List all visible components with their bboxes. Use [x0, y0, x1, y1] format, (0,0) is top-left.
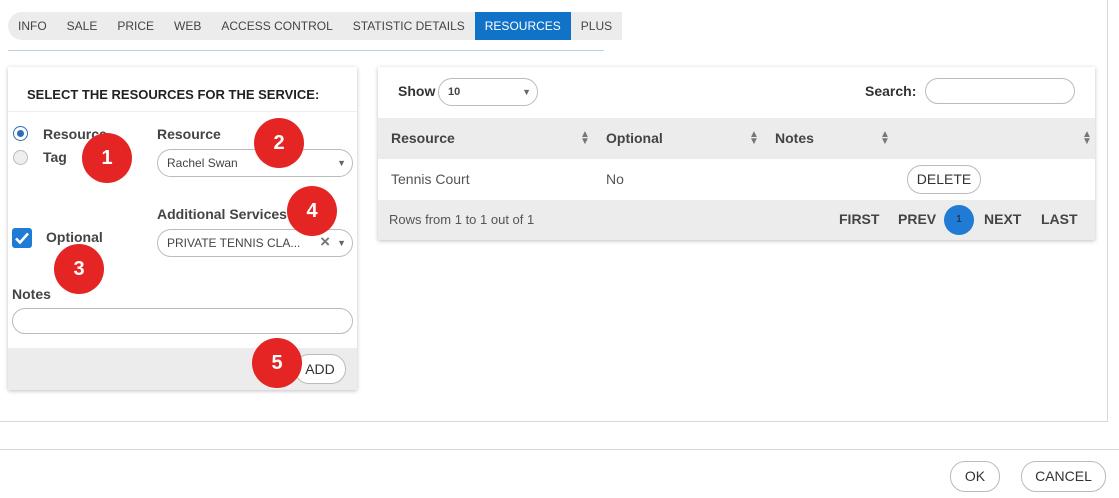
- form-divider: [8, 111, 357, 112]
- ok-button[interactable]: OK: [950, 461, 1000, 492]
- search-input[interactable]: [925, 78, 1075, 104]
- callout-badge-3: 3: [54, 244, 104, 294]
- notes-input[interactable]: [12, 308, 353, 334]
- sort-icon[interactable]: ▲ ▼: [580, 130, 590, 147]
- notes-label: Notes: [12, 286, 51, 302]
- dialog-body: INFO SALE PRICE WEB ACCESS CONTROL STATI…: [0, 0, 1108, 422]
- search-label: Search:: [865, 83, 917, 99]
- callout-badge-5: 5: [252, 338, 302, 388]
- resource-select[interactable]: Rachel Swan ▼: [157, 149, 353, 177]
- page-size-value: 10: [448, 86, 461, 98]
- additional-services-label: Additional Services: [157, 206, 287, 222]
- callout-badge-1: 1: [82, 133, 132, 183]
- tab-underline: [8, 50, 604, 51]
- cell-optional: No: [606, 171, 624, 187]
- sort-icon[interactable]: ▲ ▼: [749, 130, 759, 147]
- cancel-button[interactable]: CANCEL: [1021, 461, 1106, 492]
- callout-badge-2: 2: [254, 118, 304, 168]
- column-header-notes[interactable]: Notes: [775, 130, 814, 146]
- column-header-resource[interactable]: Resource: [391, 130, 455, 146]
- chevron-down-icon: ▼: [337, 158, 346, 168]
- resource-field-label: Resource: [157, 126, 221, 142]
- show-label: Show: [398, 83, 436, 99]
- tab-info[interactable]: INFO: [8, 12, 57, 40]
- form-title: SELECT THE RESOURCES FOR THE SERVICE:: [27, 87, 320, 102]
- chevron-down-icon: ▼: [522, 87, 531, 97]
- callout-badge-4: 4: [287, 186, 337, 236]
- checkmark-icon: [15, 232, 29, 245]
- pager-prev[interactable]: PREV: [898, 211, 936, 227]
- tab-bar: INFO SALE PRICE WEB ACCESS CONTROL STATI…: [8, 12, 623, 40]
- pager-first[interactable]: FIRST: [839, 211, 879, 227]
- sort-icon[interactable]: ▲ ▼: [880, 130, 890, 147]
- delete-button[interactable]: DELETE: [907, 165, 981, 194]
- pager-current-page[interactable]: 1: [944, 205, 974, 235]
- resources-table-panel: Show 10 ▼ Search: Resource ▲ ▼ Optional ▲…: [378, 67, 1095, 240]
- tab-price[interactable]: PRICE: [107, 12, 164, 40]
- tab-statistic-details[interactable]: STATISTIC DETAILS: [343, 12, 475, 40]
- pager-last[interactable]: LAST: [1041, 211, 1078, 227]
- optional-label: Optional: [46, 229, 103, 245]
- table-footer: Rows from 1 to 1 out of 1 FIRST PREV 1 N…: [378, 200, 1095, 240]
- radio-tag-label: Tag: [43, 149, 67, 165]
- table-header: Resource ▲ ▼ Optional ▲ ▼ Notes ▲ ▼ ▲ ▼: [378, 118, 1095, 159]
- cell-resource: Tennis Court: [391, 171, 470, 187]
- column-header-optional[interactable]: Optional: [606, 130, 663, 146]
- tab-web[interactable]: WEB: [164, 12, 211, 40]
- chevron-down-icon: ▼: [337, 238, 346, 248]
- add-button[interactable]: ADD: [294, 354, 346, 384]
- form-footer: ADD: [8, 348, 357, 390]
- tab-access-control[interactable]: ACCESS CONTROL: [211, 12, 342, 40]
- tab-resources[interactable]: RESOURCES: [474, 12, 571, 40]
- tab-sale[interactable]: SALE: [57, 12, 108, 40]
- dialog-footer-divider: [0, 449, 1119, 450]
- additional-services-value: PRIVATE TENNIS CLA...: [167, 236, 301, 250]
- sort-icon[interactable]: ▲ ▼: [1082, 130, 1092, 147]
- tab-plus[interactable]: PLUS: [571, 12, 622, 40]
- optional-checkbox[interactable]: [12, 228, 32, 248]
- radio-resource[interactable]: [13, 126, 28, 141]
- rows-info: Rows from 1 to 1 out of 1: [389, 212, 535, 227]
- resource-select-value: Rachel Swan: [167, 156, 238, 170]
- radio-tag[interactable]: [13, 150, 28, 165]
- additional-services-select[interactable]: PRIVATE TENNIS CLA... × ▼: [157, 229, 353, 257]
- page-size-select[interactable]: 10 ▼: [438, 78, 538, 106]
- pager-next[interactable]: NEXT: [984, 211, 1021, 227]
